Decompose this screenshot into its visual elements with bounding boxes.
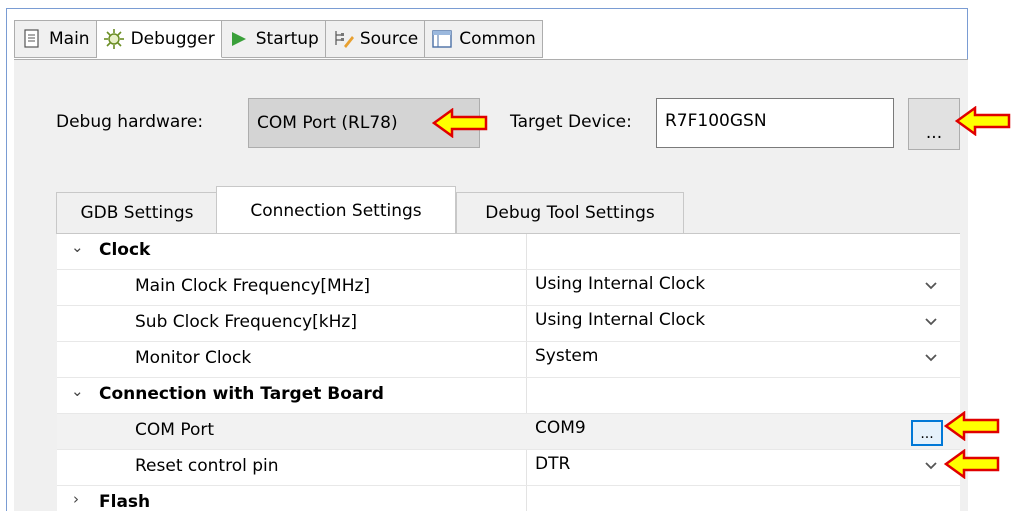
tab-debugger[interactable]: Debugger — [96, 20, 222, 58]
group-row-flash[interactable]: › Flash — [57, 486, 960, 511]
property-row-com-port[interactable]: COM Port COM9 ... — [57, 414, 960, 450]
group-row-clock[interactable]: ⌄ Clock — [57, 234, 960, 270]
target-device-value: R7F100GSN — [665, 111, 767, 131]
window-icon — [431, 28, 453, 50]
tab-source[interactable]: Source — [325, 20, 426, 58]
launch-config-dialog: Main Debugger Startup Source Common Debu… — [0, 0, 1016, 511]
debug-hardware-label: Debug hardware: — [56, 112, 204, 132]
callout-arrow-left-icon — [944, 411, 1000, 441]
tab-debug-tool-settings-label: Debug Tool Settings — [485, 203, 655, 223]
chevron-right-icon[interactable]: › — [73, 490, 79, 508]
tab-gdb-settings-label: GDB Settings — [80, 203, 194, 223]
property-grid: ⌄ Clock Main Clock Frequency[MHz] Using … — [57, 234, 960, 511]
property-name: COM Port — [135, 420, 215, 440]
property-row-main-clock[interactable]: Main Clock Frequency[MHz] Using Internal… — [57, 270, 960, 306]
property-row-reset-control-pin[interactable]: Reset control pin DTR — [57, 450, 960, 486]
tab-main-label: Main — [49, 29, 90, 49]
property-name: Monitor Clock — [135, 348, 252, 368]
callout-arrow-left-icon — [955, 106, 1011, 136]
group-label-connection: Connection with Target Board — [99, 384, 384, 404]
chevron-down-icon[interactable] — [923, 278, 939, 294]
property-name: Reset control pin — [135, 456, 279, 476]
tab-gdb-settings[interactable]: GDB Settings — [56, 192, 218, 234]
tab-source-label: Source — [359, 29, 419, 49]
callout-arrow-left-icon — [432, 108, 488, 138]
com-port-browse-button[interactable]: ... — [911, 420, 943, 446]
tab-connection-settings[interactable]: Connection Settings — [216, 186, 456, 234]
property-value[interactable]: System — [535, 346, 598, 366]
tab-common-label: Common — [459, 29, 536, 49]
property-row-monitor-clock[interactable]: Monitor Clock System — [57, 342, 960, 378]
target-device-label: Target Device: — [510, 112, 632, 132]
tab-common[interactable]: Common — [425, 20, 543, 58]
tab-startup[interactable]: Startup — [221, 20, 326, 58]
top-tab-bar: Main Debugger Startup Source Common — [14, 20, 543, 60]
group-label-clock: Clock — [99, 240, 151, 260]
tab-main[interactable]: Main — [14, 20, 97, 58]
callout-arrow-left-icon — [944, 449, 1000, 479]
group-label-flash: Flash — [99, 492, 151, 511]
tab-startup-label: Startup — [255, 29, 319, 49]
browse-button-label: ... — [920, 426, 934, 442]
property-value[interactable]: Using Internal Clock — [535, 274, 705, 294]
browse-button-label: ... — [925, 123, 943, 143]
chevron-down-icon[interactable]: ⌄ — [71, 382, 84, 400]
chevron-down-icon[interactable] — [923, 458, 939, 474]
group-row-connection[interactable]: ⌄ Connection with Target Board — [57, 378, 960, 414]
chevron-down-icon[interactable] — [923, 314, 939, 330]
debug-hardware-value: COM Port (RL78) — [257, 113, 398, 133]
property-row-sub-clock[interactable]: Sub Clock Frequency[kHz] Using Internal … — [57, 306, 960, 342]
bug-gear-icon — [103, 28, 125, 50]
tab-debug-tool-settings[interactable]: Debug Tool Settings — [456, 192, 684, 234]
play-icon — [228, 28, 250, 50]
page-icon — [21, 28, 43, 50]
target-device-input[interactable]: R7F100GSN — [656, 98, 894, 148]
source-tree-icon — [332, 28, 354, 50]
target-device-browse-button[interactable]: ... — [908, 98, 960, 150]
property-value[interactable]: Using Internal Clock — [535, 310, 705, 330]
tab-debugger-label: Debugger — [130, 29, 215, 49]
property-value[interactable]: COM9 — [535, 418, 586, 438]
property-name: Main Clock Frequency[MHz] — [135, 276, 371, 296]
property-value[interactable]: DTR — [535, 454, 570, 474]
tab-connection-settings-label: Connection Settings — [250, 200, 422, 221]
property-name: Sub Clock Frequency[kHz] — [135, 312, 357, 332]
chevron-down-icon[interactable]: ⌄ — [71, 238, 84, 256]
chevron-down-icon[interactable] — [923, 350, 939, 366]
